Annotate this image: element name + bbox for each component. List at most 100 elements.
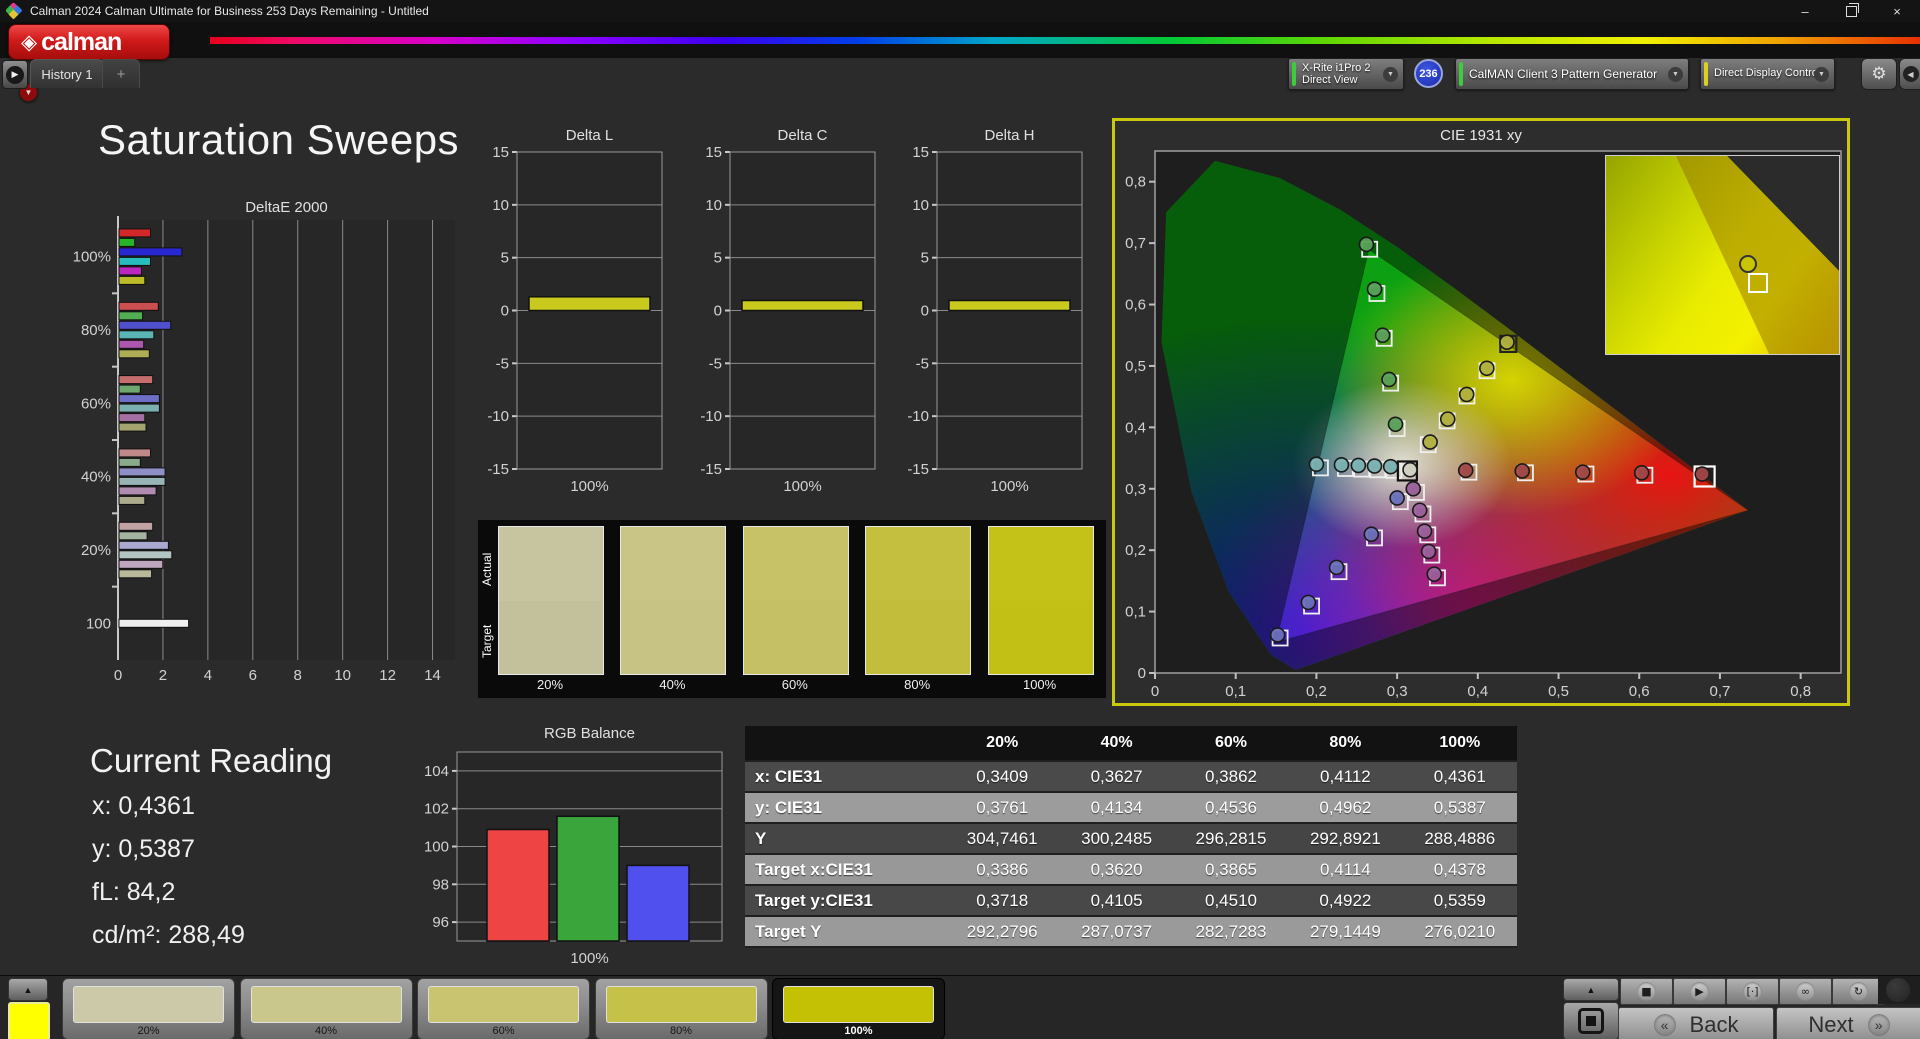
actual-swatch — [988, 527, 1093, 601]
meter-dropdown[interactable]: X-Rite i1Pro 2 Direct View ▼ — [1288, 58, 1404, 90]
pattern-button-80%[interactable]: 80% — [594, 978, 768, 1039]
table-value-cell: 0,5359 — [1433, 890, 1486, 910]
svg-text:0,5: 0,5 — [1125, 358, 1146, 375]
loop-button[interactable]: ∞ — [1779, 978, 1832, 1005]
svg-text:4: 4 — [204, 667, 212, 684]
pattern-window-button[interactable] — [1563, 1002, 1619, 1039]
transport-panel-expand-button[interactable]: ▲ — [1563, 978, 1619, 1001]
play-button[interactable]: ▶ — [1673, 978, 1726, 1005]
cie-measured-point-blue — [1269, 627, 1286, 643]
table-value-cell: 0,4361 — [1433, 766, 1486, 786]
saturation-data-table: 20% 40% 60% 80% 100% x: CIE31 0,3409 0,3627 0,38… — [745, 726, 1517, 948]
rgb-bar-blue — [626, 864, 690, 942]
table-value-cell: 304,7461 — [966, 828, 1038, 848]
minimize-button[interactable]: – — [1782, 0, 1828, 22]
current-pattern-color-swatch[interactable] — [8, 1002, 50, 1039]
table-value-cell: 0,3409 — [976, 766, 1029, 786]
svg-text:10: 10 — [912, 197, 929, 214]
deltae-bar — [118, 559, 164, 569]
svg-text:-15: -15 — [907, 461, 929, 478]
table-value-cell: 0,5387 — [1433, 797, 1486, 817]
target-swatch — [866, 600, 971, 674]
table-value-cell: 0,3865 — [1204, 859, 1257, 879]
svg-text:0,1: 0,1 — [1225, 683, 1246, 700]
pattern-button-20%[interactable]: 20% — [62, 978, 235, 1039]
add-tab-button[interactable]: + — [102, 59, 140, 88]
cie-measured-point-green — [1381, 371, 1397, 388]
table-value-cell: 300,2485 — [1081, 828, 1153, 848]
rainbow-strip — [210, 37, 1920, 44]
deltae-group-label: 100 — [86, 615, 111, 632]
cie-measured-point-white — [1402, 461, 1418, 478]
close-button[interactable]: × — [1874, 0, 1920, 22]
next-button[interactable]: Next » — [1776, 1007, 1920, 1039]
maximize-button[interactable] — [1828, 0, 1874, 22]
workflow-sidebar-toggle[interactable]: ▶ — [2, 60, 28, 89]
delta-h-chart: Delta H 15 10 5 0 -5 -10 -15 100% — [907, 127, 1083, 495]
swatch-compare-cell — [742, 526, 849, 675]
pattern-label: 100% — [844, 1025, 873, 1037]
svg-text:5: 5 — [501, 250, 509, 267]
back-button[interactable]: « Back — [1618, 1007, 1774, 1039]
svg-text:100%: 100% — [990, 478, 1028, 495]
window-title: Calman 2024 Calman Ultimate for Business… — [30, 4, 429, 18]
deltae-bar — [118, 301, 159, 311]
meter-count-badge[interactable]: 236 — [1414, 59, 1443, 88]
table-value-cell: 0,4962 — [1319, 797, 1372, 817]
cie-measured-point-green — [1387, 416, 1404, 433]
delta-bar — [528, 296, 651, 312]
table-row-label: Target Y — [755, 921, 822, 941]
tab-label: History 1 — [41, 66, 93, 82]
delta-bar — [741, 299, 864, 312]
hold-icon: [·] — [1743, 982, 1762, 1001]
svg-text:15: 15 — [492, 144, 509, 161]
cie-zoom-inset — [1605, 155, 1840, 355]
svg-text:-10: -10 — [700, 408, 722, 425]
svg-text:2: 2 — [159, 667, 167, 684]
hold-button[interactable]: [·] — [1726, 978, 1779, 1005]
svg-text:Delta L: Delta L — [566, 127, 614, 144]
pattern-panel-expand-button[interactable]: ▲ — [8, 978, 48, 1001]
cie-measured-point-magenta — [1426, 566, 1443, 582]
swatch-column-label: 100% — [1022, 677, 1057, 692]
svg-text:0: 0 — [714, 303, 722, 320]
pattern-button-40%[interactable]: 40% — [239, 978, 413, 1039]
tab-history-1[interactable]: History 1 — [30, 59, 104, 88]
target-swatch — [621, 600, 726, 674]
calman-menu-button[interactable]: ◈ calman ▼ — [8, 24, 170, 102]
cie-measured-point-magenta — [1420, 543, 1437, 560]
cie-measured-point-yellow — [1479, 360, 1495, 377]
deltae-bar — [118, 486, 157, 496]
panel-collapse-button[interactable]: ◀ — [1899, 58, 1920, 90]
swatch-compare-cell — [498, 526, 604, 675]
actual-row-label: Actual — [480, 552, 494, 586]
deltae-bar — [118, 275, 146, 285]
delta-c-chart: Delta C 15 10 5 0 -5 -10 -15 100% — [700, 127, 876, 495]
svg-text:96: 96 — [432, 914, 449, 931]
settings-button[interactable]: ⚙ — [1861, 58, 1897, 90]
svg-text:0: 0 — [1138, 665, 1146, 682]
current-reading-fl: fL: 84,2 — [92, 878, 176, 906]
table-value-cell: 0,3718 — [976, 890, 1029, 910]
deltae-bar — [118, 457, 141, 467]
stop-button[interactable]: ■ — [1620, 978, 1673, 1005]
cie-chart-title: CIE 1931 xy — [1440, 127, 1522, 144]
svg-text:0: 0 — [501, 303, 509, 320]
display-control-label: Direct Display Control — [1714, 67, 1821, 79]
cie-measured-point-blue — [1328, 559, 1345, 576]
deltae-bar — [118, 320, 172, 330]
display-control-dropdown[interactable]: Direct Display Control ▼ — [1700, 58, 1835, 90]
pattern-generator-dropdown[interactable]: CalMAN Client 3 Pattern Generator ▼ — [1455, 58, 1689, 90]
cie-measured-point-yellow — [1439, 411, 1456, 427]
pattern-label: 80% — [669, 1025, 693, 1037]
svg-text:0,8: 0,8 — [1125, 174, 1146, 191]
cie-measured-point-green — [1366, 281, 1383, 297]
svg-text:Delta H: Delta H — [984, 127, 1034, 144]
chevron-left-icon: ◀ — [1902, 66, 1919, 82]
pattern-control-bar: ▲ 20% 40% 60% 80% 100% ▲ ■ ▶ [·] ∞ ↻ « Back Next… — [0, 975, 1920, 1039]
table-row: Target y:CIE31 0,3718 0,4105 0,4510 0,4922 0,… — [745, 886, 1517, 917]
deltae-bar — [118, 403, 160, 413]
pattern-button-100%[interactable]: 100% — [772, 978, 945, 1039]
pattern-button-60%[interactable]: 60% — [417, 978, 590, 1039]
table-value-cell: 296,2815 — [1195, 828, 1267, 848]
